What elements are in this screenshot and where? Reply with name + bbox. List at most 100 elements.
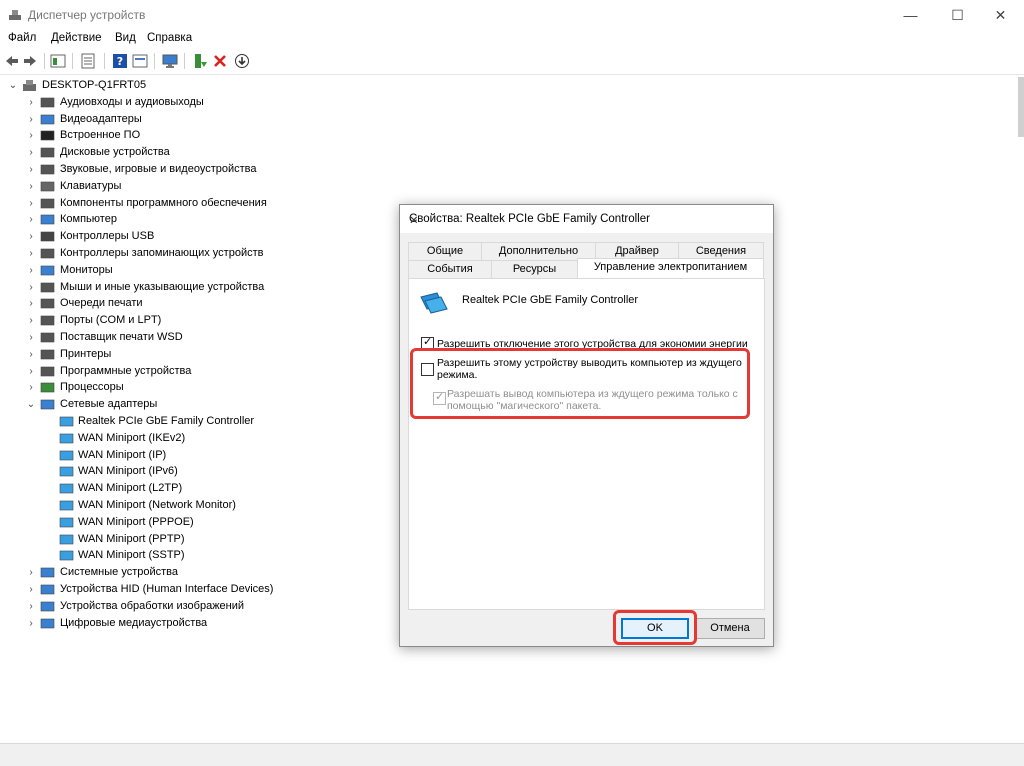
device-category-icon [40,382,55,393]
computer-root-icon [23,80,36,91]
uninstall-icon[interactable] [212,53,228,69]
expand-chevron-icon[interactable]: › [26,615,36,632]
svg-text:?: ? [117,55,123,68]
tree-item-label: WAN Miniport (IP) [78,449,167,461]
show-hide-tree-icon[interactable] [50,53,66,69]
tree-item-label: Компьютер [60,213,117,225]
toolbar-separator [104,53,105,69]
device-category-icon [40,97,55,108]
device-category-icon [40,147,55,158]
tree-item-label: WAN Miniport (SSTP) [78,549,185,561]
tree-item-label: WAN Miniport (Network Monitor) [78,499,236,511]
tab-general[interactable]: Общие [408,242,482,260]
expand-chevron-icon[interactable]: › [26,312,36,329]
expand-chevron-icon[interactable]: › [26,363,36,380]
highlight-ok-button [613,610,697,645]
expand-chevron-icon[interactable]: › [26,211,36,228]
tree-item-label: Поставщик печати WSD [60,331,183,343]
device-category-icon [40,265,55,276]
scan-hardware-icon[interactable] [162,53,178,69]
properties-icon[interactable] [80,53,96,69]
dialog-close-button[interactable]: ✕ [409,213,765,227]
device-category-icon [40,298,55,309]
expand-chevron-icon[interactable]: › [26,195,36,212]
tree-item-label: Порты (COM и LPT) [60,314,162,326]
device-category-icon [40,584,55,595]
device-category-icon [59,517,74,528]
tree-item-label: Цифровые медиаустройства [60,617,208,629]
expand-chevron-icon[interactable]: › [26,161,36,178]
device-manager-icon [9,10,21,20]
vertical-scrollbar-thumb[interactable] [1018,77,1024,137]
expand-chevron-icon[interactable]: › [26,329,36,346]
toolbar-separator [154,53,155,69]
view-icon[interactable] [132,53,148,69]
device-category-icon [40,231,55,242]
device-category-icon [40,366,55,377]
tree-item-label: Встроенное ПО [60,129,141,141]
minimize-button[interactable]: — [888,0,933,30]
expand-chevron-icon[interactable]: › [26,111,36,128]
expand-chevron-icon[interactable]: › [26,178,36,195]
tree-item-label: WAN Miniport (L2TP) [78,482,183,494]
expand-chevron-icon[interactable]: › [26,228,36,245]
tree-item-label: Realtek PCIe GbE Family Controller [78,415,255,427]
tree-item-label: Устройства обработки изображений [60,600,245,612]
dialog-titlebar: Свойства: Realtek PCIe GbE Family Contro… [400,205,773,233]
expand-chevron-icon[interactable]: › [26,598,36,615]
back-arrow-icon[interactable] [4,53,20,69]
download-icon[interactable] [234,53,250,69]
expand-chevron-icon[interactable]: › [26,379,36,396]
menu-help[interactable]: Справка [147,32,192,44]
device-category-icon [59,483,74,494]
maximize-button[interactable]: ☐ [935,0,980,30]
collapse-chevron-icon[interactable]: ⌄ [26,396,36,413]
tree-item-label: Сетевые адаптеры [60,398,158,410]
expand-chevron-icon[interactable]: › [26,346,36,363]
device-category-icon [59,466,74,477]
collapse-chevron-icon[interactable]: ⌄ [8,77,18,94]
expand-chevron-icon[interactable]: › [26,245,36,262]
tree-item-label: Мониторы [60,264,113,276]
expand-chevron-icon[interactable]: › [26,127,36,144]
device-category-icon [40,315,55,326]
close-button[interactable]: ✕ [978,0,1023,30]
device-category-icon [40,248,55,259]
window-title: Диспетчер устройств [28,8,146,22]
cancel-button[interactable]: Отмена [695,618,765,639]
menu-action[interactable]: Действие [51,32,102,44]
expand-chevron-icon[interactable]: › [26,581,36,598]
expand-chevron-icon[interactable]: › [26,144,36,161]
expand-chevron-icon[interactable]: › [26,295,36,312]
help-icon[interactable]: ? [112,53,128,69]
tree-item-label: Компоненты программного обеспечения [60,197,267,209]
expand-chevron-icon[interactable]: › [26,564,36,581]
device-category-icon [40,399,55,410]
device-category-icon [59,550,74,561]
tab-power-management[interactable]: Управление электропитанием [577,258,764,278]
device-category-icon [40,349,55,360]
forward-arrow-icon[interactable] [22,53,38,69]
tab-events[interactable]: События [408,260,492,278]
tree-item-label: Контроллеры USB [60,230,155,242]
tab-resources[interactable]: Ресурсы [491,260,578,278]
toolbar-separator [72,53,73,69]
device-category-icon [40,181,55,192]
tree-item-label: Звуковые, игровые и видеоустройства [60,163,257,175]
tree-item-label: WAN Miniport (PPPOE) [78,516,194,528]
expand-chevron-icon[interactable]: › [26,94,36,111]
device-category-icon [40,214,55,225]
toolbar: ? [0,49,1024,75]
expand-chevron-icon[interactable]: › [26,279,36,296]
network-adapter-icon [420,292,448,314]
device-category-icon [59,450,74,461]
tree-item-label: Программные устройства [60,365,192,377]
tree-item-label: Мыши и иные указывающие устройства [60,281,265,293]
tree-item-label: Аудиовходы и аудиовыходы [60,96,204,108]
expand-chevron-icon[interactable]: › [26,262,36,279]
tree-item-label: Дисковые устройства [60,146,170,158]
update-driver-icon[interactable] [192,53,208,69]
tree-item-label: Очереди печати [60,297,143,309]
menu-view[interactable]: Вид [115,32,136,44]
menu-file[interactable]: Файл [8,32,36,44]
